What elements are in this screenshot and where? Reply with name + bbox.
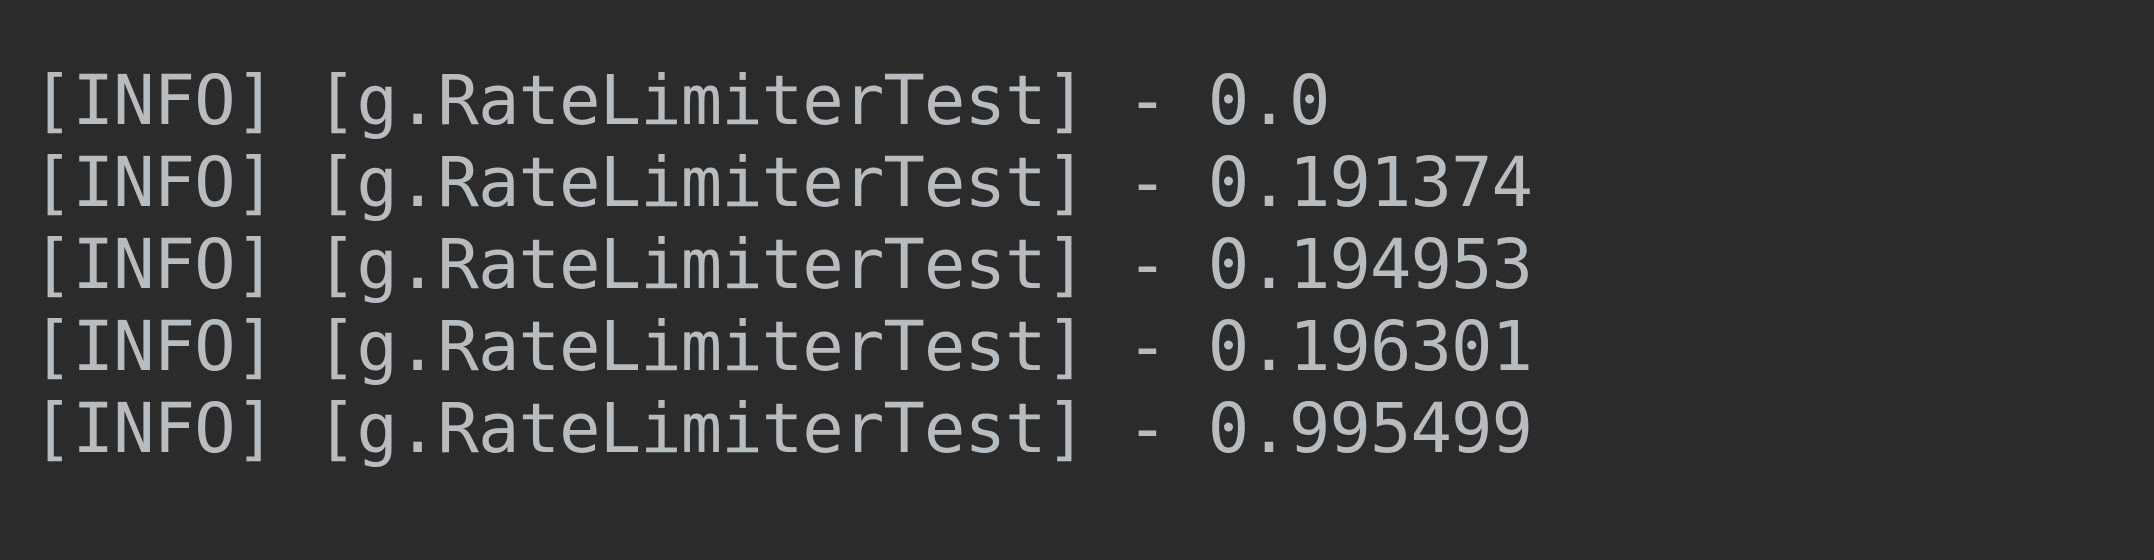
log-separator: - bbox=[1126, 389, 1169, 469]
logger-name: [g.RateLimiterTest] bbox=[315, 389, 1087, 469]
log-value: 0.196301 bbox=[1207, 307, 1533, 387]
log-level: [INFO] bbox=[32, 225, 276, 305]
log-separator: - bbox=[1126, 307, 1169, 387]
logger-name: [g.RateLimiterTest] bbox=[315, 307, 1087, 387]
log-value: 0.0 bbox=[1207, 61, 1331, 141]
log-separator: - bbox=[1126, 225, 1169, 305]
log-level: [INFO] bbox=[32, 61, 276, 141]
log-separator: - bbox=[1126, 61, 1169, 141]
log-line: [INFO] [g.RateLimiterTest] - 0.995499 bbox=[32, 388, 2154, 470]
console-output: [INFO] [g.RateLimiterTest] - 0.0 [INFO] … bbox=[0, 0, 2154, 560]
log-level: [INFO] bbox=[32, 389, 276, 469]
log-line: [INFO] [g.RateLimiterTest] - 0.0 bbox=[32, 60, 2154, 142]
log-line: [INFO] [g.RateLimiterTest] - 0.194953 bbox=[32, 224, 2154, 306]
log-value: 0.191374 bbox=[1207, 143, 1533, 223]
log-level: [INFO] bbox=[32, 143, 276, 223]
log-line: [INFO] [g.RateLimiterTest] - 0.196301 bbox=[32, 306, 2154, 388]
log-value: 0.194953 bbox=[1207, 225, 1533, 305]
logger-name: [g.RateLimiterTest] bbox=[315, 225, 1087, 305]
logger-name: [g.RateLimiterTest] bbox=[315, 143, 1087, 223]
log-value: 0.995499 bbox=[1207, 389, 1533, 469]
log-separator: - bbox=[1126, 143, 1169, 223]
log-line: [INFO] [g.RateLimiterTest] - 0.191374 bbox=[32, 142, 2154, 224]
logger-name: [g.RateLimiterTest] bbox=[315, 61, 1087, 141]
log-level: [INFO] bbox=[32, 307, 276, 387]
